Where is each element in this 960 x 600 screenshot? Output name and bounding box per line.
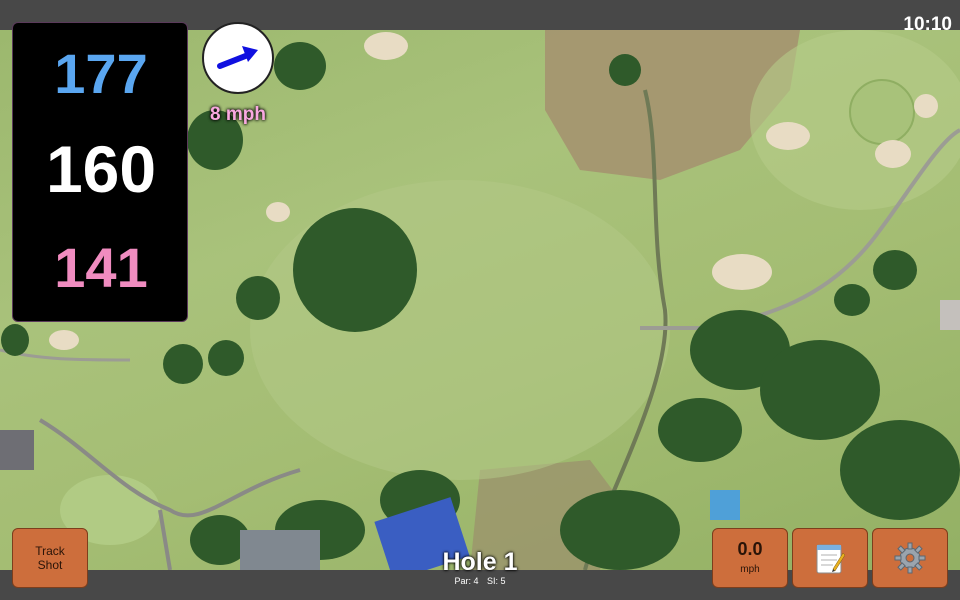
track-shot-label-line1: Track bbox=[35, 544, 65, 558]
notes-button[interactable] bbox=[792, 528, 868, 588]
distance-panel: 177 160 141 bbox=[12, 22, 188, 322]
speed-unit: mph bbox=[740, 564, 760, 575]
hole-info: Par: 4 SI: 5 bbox=[380, 576, 580, 586]
hole-title: Hole 1 bbox=[442, 548, 518, 576]
center-distance: 160 bbox=[45, 132, 157, 206]
gear-icon bbox=[894, 542, 926, 574]
wind-direction-arrow-icon bbox=[217, 46, 258, 69]
track-shot-label-line2: Shot bbox=[37, 558, 63, 572]
speed-button[interactable]: 0.0 mph bbox=[712, 528, 788, 588]
wind-indicator bbox=[202, 22, 274, 94]
par-label: Par: 4 bbox=[454, 576, 479, 586]
status-clock: 10:10 bbox=[903, 14, 952, 35]
wind-speed-label: 8 mph bbox=[190, 104, 286, 126]
speed-value: 0.0 bbox=[737, 539, 763, 559]
notepad-icon bbox=[816, 544, 845, 574]
track-shot-button[interactable]: Track Shot bbox=[12, 528, 88, 588]
wind-speed-text: 8 mph bbox=[210, 104, 266, 125]
front-distance: 141 bbox=[54, 236, 148, 299]
back-distance: 177 bbox=[54, 42, 148, 105]
stroke-index-label: SI: 5 bbox=[487, 576, 506, 586]
settings-button[interactable] bbox=[872, 528, 948, 588]
